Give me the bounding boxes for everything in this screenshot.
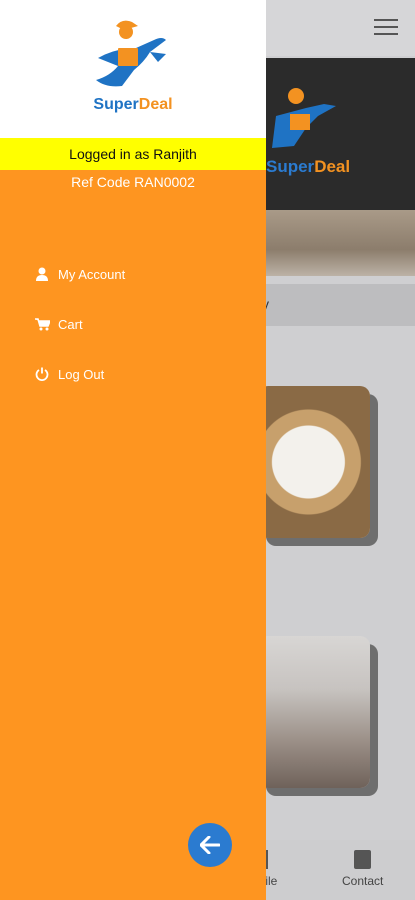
logged-in-banner: Logged in as Ranjith — [0, 138, 266, 170]
power-icon — [34, 366, 50, 382]
banner-logo-icon — [272, 88, 336, 148]
menu-item-cart[interactable]: Cart — [34, 312, 83, 336]
close-drawer-button[interactable] — [188, 823, 232, 867]
bottom-nav-contact[interactable]: Contact — [342, 874, 383, 888]
banner-brand: SuperDeal — [266, 157, 350, 177]
hamburger-menu-icon[interactable] — [374, 19, 398, 37]
banner-brand-super: Super — [266, 157, 315, 176]
superdeal-logo-icon — [96, 20, 166, 87]
product-card-store[interactable] — [258, 636, 370, 788]
banner-brand-deal: Deal — [314, 157, 351, 176]
brand-name: SuperDeal — [0, 96, 266, 114]
brand-deal: Deal — [138, 96, 173, 113]
navigation-drawer: SuperDeal Logged in as Ranjith Ref Code … — [0, 0, 266, 900]
menu-item-label: Log Out — [58, 366, 105, 382]
product-card-rice[interactable] — [258, 386, 370, 538]
arrow-left-icon — [200, 836, 220, 854]
user-icon — [34, 266, 50, 282]
contact-icon[interactable] — [354, 850, 371, 869]
ref-code: Ref Code RAN0002 — [71, 174, 195, 190]
drawer-header: SuperDeal — [0, 0, 266, 138]
menu-item-my-account[interactable]: My Account — [34, 262, 125, 286]
menu-item-label: My Account — [58, 266, 126, 282]
cart-icon — [34, 316, 50, 332]
brand-super: Super — [93, 96, 139, 113]
menu-item-label: Cart — [58, 316, 83, 332]
menu-item-log-out[interactable]: Log Out — [34, 362, 104, 386]
